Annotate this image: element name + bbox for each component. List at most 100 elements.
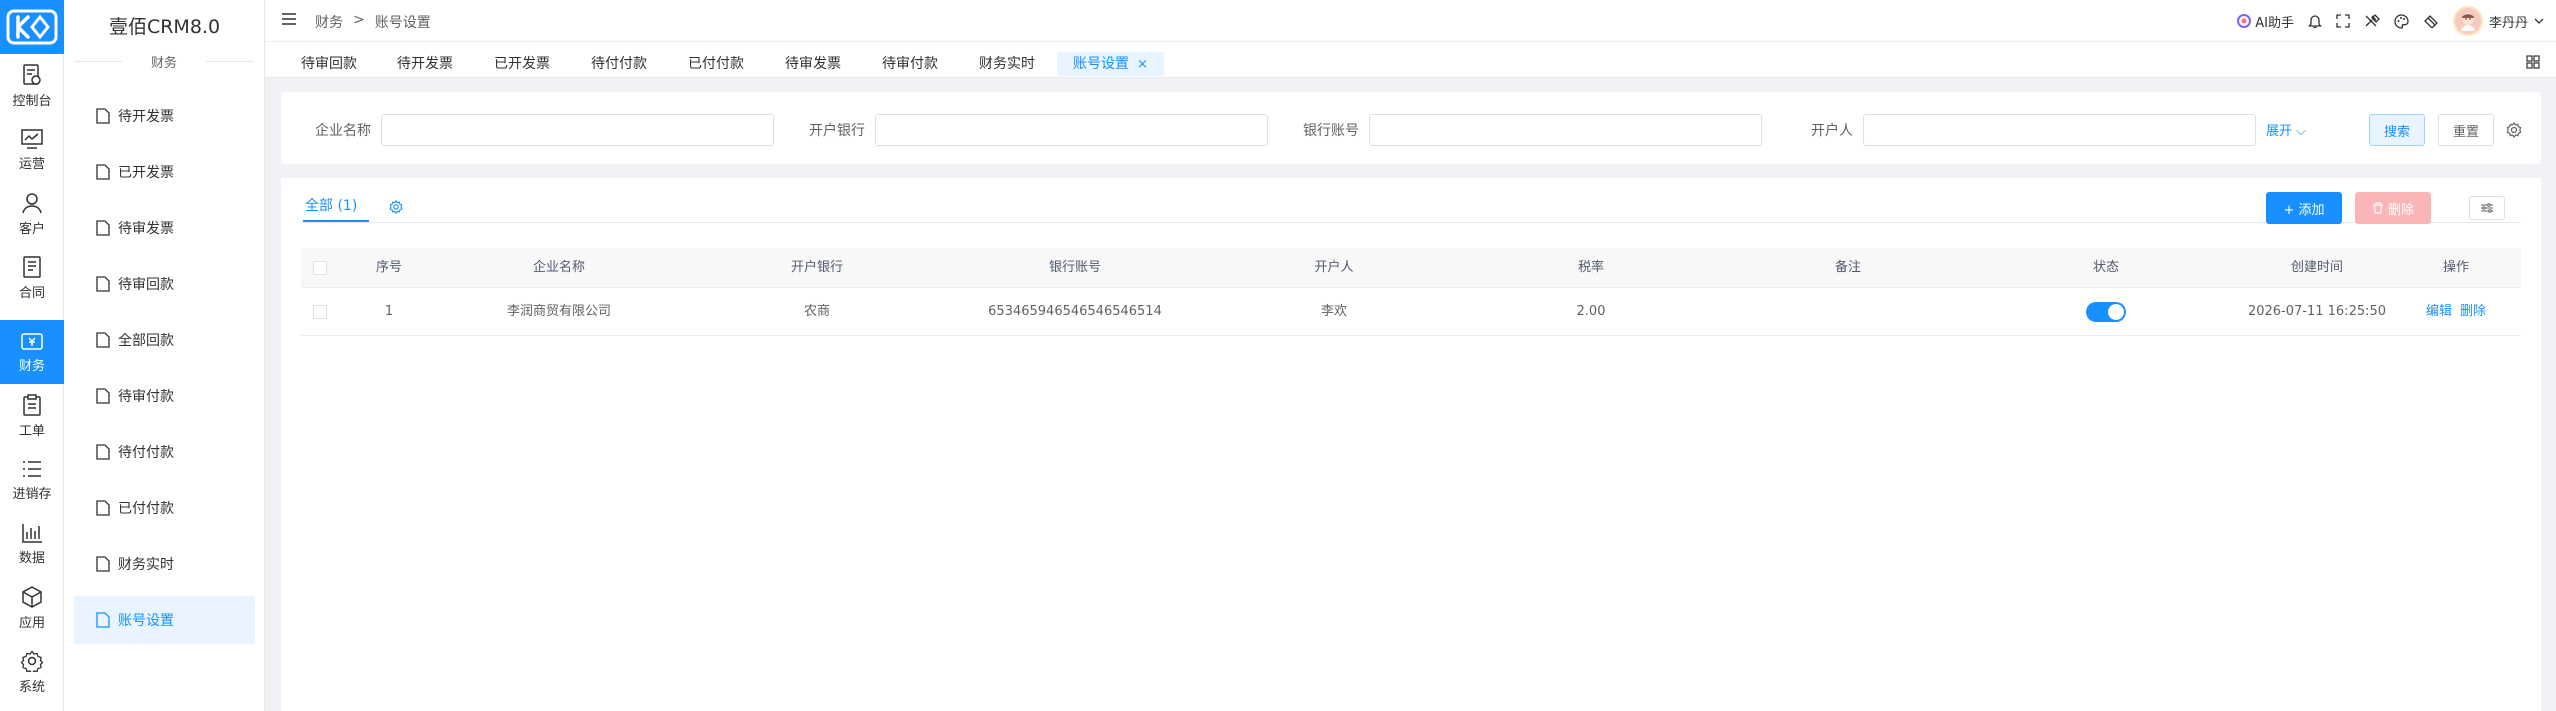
rail-item-contracts[interactable]: 合同 <box>0 246 64 310</box>
tab-all[interactable]: 全部 (1) <box>303 190 369 222</box>
rail-item-dashboard[interactable]: 控制台 <box>0 54 64 118</box>
column-header: 序号 <box>375 260 403 275</box>
sub-item-all-receipts[interactable]: 全部回款 <box>74 316 255 364</box>
rail-item-data[interactable]: 数据 <box>0 512 64 576</box>
document-icon <box>96 220 110 236</box>
rail-item-apps[interactable]: 应用 <box>0 576 64 640</box>
tab-label: 待开发票 <box>397 56 453 72</box>
account-input[interactable] <box>1369 114 1762 146</box>
sub-item-issued-invoice[interactable]: 已开发票 <box>74 148 255 196</box>
page-tab[interactable]: 待审发票 <box>785 52 841 76</box>
table-header-row: 序号 企业名称 开户银行 银行账号 开户人 税率 备注 状态 创建时间 操作 <box>301 248 2521 288</box>
sub-item-review-invoice[interactable]: 待审发票 <box>74 204 255 252</box>
delete-label: 删除 <box>2387 202 2414 218</box>
account-list-panel: 全部 (1) + 添加 删除 序号 企业名称 开户银行 银行账号 开户人 税率 … <box>281 178 2541 711</box>
rail-item-operations[interactable]: 运营 <box>0 118 64 182</box>
sub-item-paid-payment[interactable]: 已付付款 <box>74 484 255 532</box>
table-row[interactable]: 1 李润商贸有限公司 农商 653465946546546546514 李欢 2… <box>301 288 2521 336</box>
expand-filters-button[interactable]: 展开 ⌵ <box>2266 120 2306 139</box>
page-tab[interactable]: 财务实时 <box>979 52 1035 76</box>
column-header: 开户人 <box>1314 260 1354 275</box>
cell-company: 李润商贸有限公司 <box>506 304 612 319</box>
delete-button[interactable]: 删除 <box>2355 192 2431 224</box>
avatar-face-icon <box>2460 13 2475 31</box>
bank-input[interactable] <box>875 114 1268 146</box>
tab-settings-icon[interactable] <box>389 200 403 214</box>
page-tab[interactable]: 待审回款 <box>301 52 357 76</box>
tools-icon[interactable] <box>2364 14 2380 28</box>
cell-created: 2026-07-11 16:25:50 <box>2247 304 2387 319</box>
page-tab[interactable]: 已开发票 <box>494 52 550 76</box>
sub-item-pending-invoice[interactable]: 待开发票 <box>74 92 255 140</box>
tab-label: 已付付款 <box>688 56 744 72</box>
chevron-down-icon <box>2534 18 2544 24</box>
app-logo[interactable] <box>0 0 64 54</box>
bell-icon[interactable] <box>2308 13 2322 29</box>
bar-chart-icon <box>22 523 42 543</box>
rail-item-tickets[interactable]: 工单 <box>0 384 64 448</box>
breadcrumb-item[interactable]: 财务 <box>315 12 343 32</box>
logo-icon <box>6 9 58 45</box>
page-tab[interactable]: 已付付款 <box>688 52 744 76</box>
sub-item-account-settings[interactable]: 账号设置 <box>74 596 255 644</box>
holder-input[interactable] <box>1863 114 2256 146</box>
tab-close-icon[interactable]: × <box>1137 57 1148 72</box>
clipboard-icon <box>23 393 41 416</box>
user-menu[interactable]: 李丹丹 <box>2452 6 2544 36</box>
palette-icon[interactable] <box>2394 13 2409 29</box>
sub-item-label: 待开发票 <box>118 109 174 125</box>
bank-label: 开户银行 <box>809 123 865 139</box>
cell-tax-rate: 2.00 <box>1576 304 1606 319</box>
rail-item-finance[interactable]: 财务 <box>0 320 64 384</box>
select-all-checkbox[interactable] <box>313 261 327 275</box>
delete-link[interactable]: 删除 <box>2460 304 2486 319</box>
cube-icon <box>22 585 42 608</box>
theme-icon[interactable] <box>2423 14 2439 28</box>
sub-item-review-payment[interactable]: 待审付款 <box>74 372 255 420</box>
page-tab[interactable]: 待审付款 <box>882 52 938 76</box>
document-icon <box>96 388 110 404</box>
document-icon <box>96 276 110 292</box>
status-toggle[interactable] <box>2086 301 2126 322</box>
company-name-input[interactable] <box>381 114 774 146</box>
ai-assistant-button[interactable]: AI助手 <box>2237 12 2294 31</box>
page-tab[interactable]: 待付付款 <box>591 52 647 76</box>
grid-menu-icon[interactable] <box>2526 55 2540 69</box>
sub-item-review-receipt[interactable]: 待审回款 <box>74 260 255 308</box>
tab-label: 待付付款 <box>591 56 647 72</box>
row-checkbox[interactable] <box>313 305 327 319</box>
document-icon <box>96 108 110 124</box>
column-header: 税率 <box>1577 260 1605 275</box>
cell-bank: 农商 <box>803 304 831 319</box>
rail-item-inventory[interactable]: 进销存 <box>0 448 64 512</box>
edit-link[interactable]: 编辑 <box>2426 304 2452 319</box>
sub-item-pending-payment[interactable]: 待付付款 <box>74 428 255 476</box>
column-settings-button[interactable] <box>2469 196 2505 220</box>
expand-label: 展开 <box>2266 124 2293 139</box>
rail-item-system[interactable]: 系统 <box>0 640 64 704</box>
main-nav-rail: 控制台 运营 客户 合同 财务 工单 进销存 数据 应用 系统 <box>0 0 64 711</box>
tab-label: 待审发票 <box>785 56 841 72</box>
filter-settings-icon[interactable] <box>2506 122 2522 138</box>
contract-icon <box>23 255 41 278</box>
column-header: 企业名称 <box>532 260 586 275</box>
trash-icon <box>2372 202 2383 214</box>
add-button[interactable]: + 添加 <box>2266 192 2342 224</box>
ai-icon <box>2237 14 2252 28</box>
page-tab-active[interactable]: 账号设置 × <box>1057 52 1164 76</box>
search-button[interactable]: 搜索 <box>2369 114 2425 146</box>
rail-item-customers[interactable]: 客户 <box>0 182 64 246</box>
page-tab[interactable]: 待开发票 <box>397 52 453 76</box>
tab-label: 待审付款 <box>882 56 938 72</box>
sub-item-finance-realtime[interactable]: 财务实时 <box>74 540 255 588</box>
rail-label: 运营 <box>18 156 45 172</box>
column-header: 状态 <box>2092 260 2120 275</box>
list-icon <box>23 460 41 477</box>
fullscreen-icon[interactable] <box>2336 14 2350 28</box>
gear-icon <box>21 649 43 672</box>
finance-submenu: 壹佰CRM8.0 财务 待开发票 已开发票 待审发票 待审回款 全部回款 待审付… <box>64 0 265 711</box>
rail-label: 客户 <box>18 221 45 237</box>
reset-button[interactable]: 重置 <box>2438 114 2494 146</box>
document-icon <box>96 332 110 348</box>
menu-toggle-icon[interactable] <box>281 12 297 26</box>
